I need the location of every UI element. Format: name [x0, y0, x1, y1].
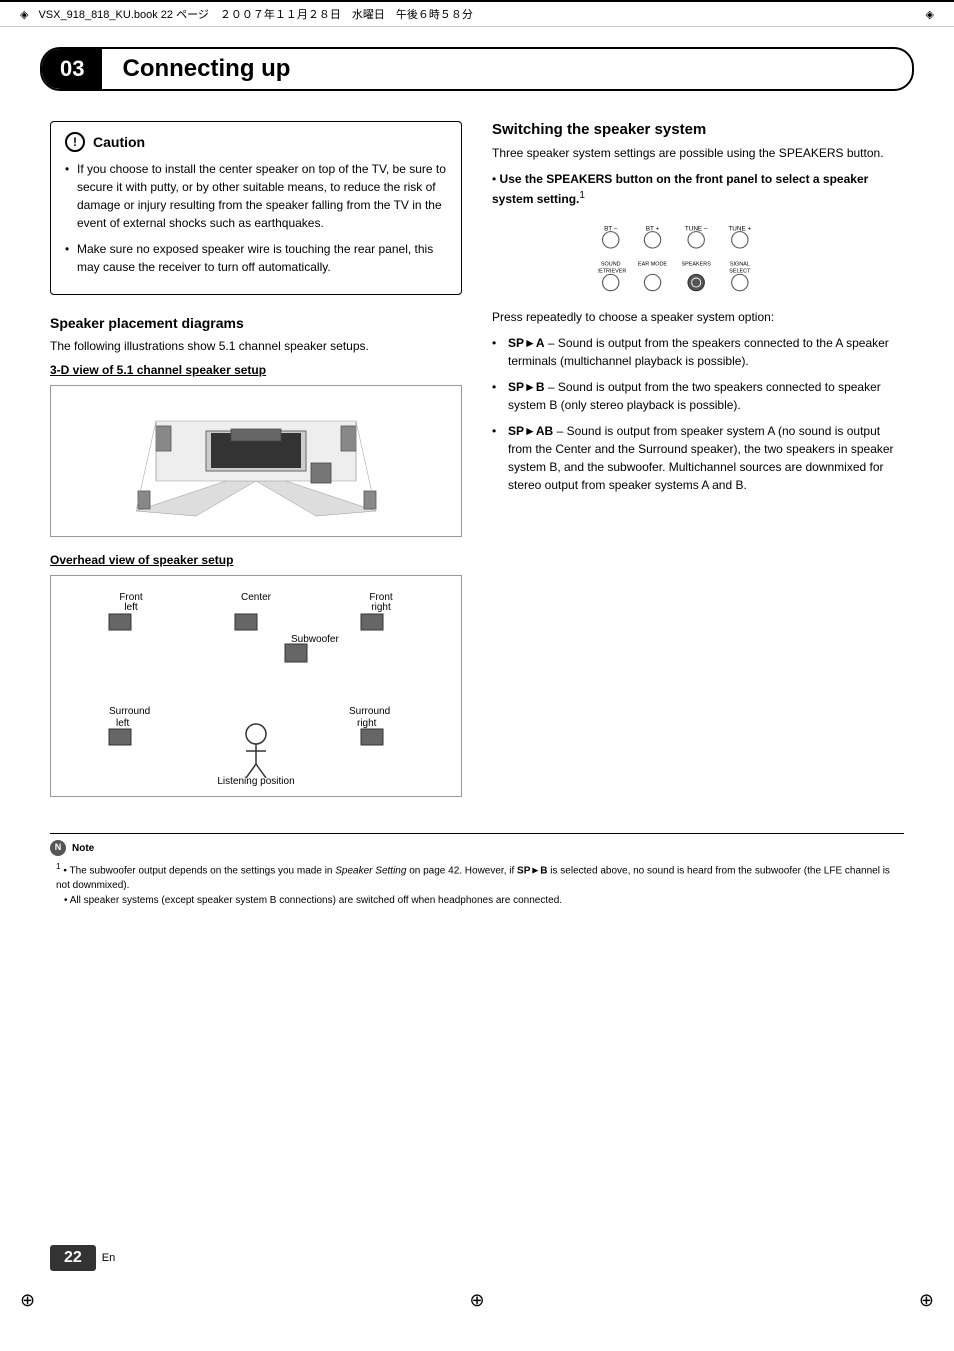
note-section: N Note 1 • The subwoofer output depends … [50, 833, 904, 908]
option-a-label: SP►A [508, 336, 545, 350]
chapter-header: 03 Connecting up [40, 47, 914, 91]
top-bar: ◈ VSX_918_818_KU.book 22 ページ ２００７年１１月２８日… [0, 0, 954, 27]
switching-bullet-strong: Use the SPEAKERS button on the front pan… [492, 172, 868, 206]
caution-body: If you choose to install the center spea… [65, 160, 447, 276]
note-label: Note [72, 841, 94, 856]
speaker-placement-title: Speaker placement diagrams [50, 315, 462, 331]
speaker-option-ab: SP►AB – Sound is output from speaker sys… [492, 422, 904, 494]
note-line-2: • All speaker systems (except speaker sy… [50, 893, 904, 908]
note-icon: N [50, 840, 66, 856]
option-ab-text: – Sound is output from speaker system A … [508, 424, 894, 492]
note-header: N Note [50, 840, 904, 856]
caution-box: ! Caution If you choose to install the c… [50, 121, 462, 295]
bottom-reg-mark-right: ⊕ [919, 1290, 934, 1311]
switching-bullet-header: • Use the SPEAKERS button on the front p… [492, 170, 904, 208]
caution-bullet-2: Make sure no exposed speaker wire is tou… [65, 240, 447, 276]
svg-text:right: right [371, 602, 391, 613]
bottom-marks: ⊕ ⊕ ⊕ [0, 1290, 954, 1311]
chapter-title: Connecting up [102, 55, 290, 83]
svg-text:right: right [357, 718, 377, 729]
svg-text:Listening position: Listening position [217, 776, 294, 786]
caution-header: ! Caution [65, 132, 447, 152]
svg-text:SELECT: SELECT [729, 269, 751, 275]
speaker-3d-diagram [50, 385, 462, 537]
press-text: Press repeatedly to choose a speaker sys… [492, 308, 904, 326]
footnote-ref: 1 [579, 190, 585, 201]
svg-text:SIGNAL: SIGNAL [730, 261, 750, 267]
bottom-center-mark: ⊕ [469, 1290, 484, 1311]
svg-text:Surround: Surround [109, 706, 150, 717]
switching-intro: Three speaker system settings are possib… [492, 144, 904, 162]
3d-view-title: 3-D view of 5.1 channel speaker setup [50, 363, 462, 377]
page-lang: En [102, 1252, 115, 1264]
svg-text:SPEAKERS: SPEAKERS [682, 261, 712, 267]
option-b-text: – Sound is output from the two speakers … [508, 380, 881, 412]
top-bar-arrow: ◈ [20, 8, 28, 21]
caution-icon: ! [65, 132, 85, 152]
note-line-1: 1 • The subwoofer output depends on the … [50, 860, 904, 893]
svg-text:EAR MODE: EAR MODE [638, 261, 667, 267]
option-a-text: – Sound is output from the speakers conn… [508, 336, 889, 368]
button-panel-svg: BT – BT + TUNE – TUNE + SOUND RETRIEVER … [598, 218, 798, 298]
overhead-view-title: Overhead view of speaker setup [50, 553, 462, 567]
overhead-svg: Front left Center Front right Subwoofer … [61, 586, 451, 786]
overhead-diagram: Front left Center Front right Subwoofer … [61, 586, 451, 786]
svg-text:Center: Center [241, 592, 272, 603]
speaker-options-list: SP►A – Sound is output from the speakers… [492, 334, 904, 494]
top-bar-arrow-right: ◈ [926, 8, 934, 21]
speaker-3d-view [61, 396, 451, 526]
switching-title: Switching the speaker system [492, 121, 904, 138]
option-b-label: SP►B [508, 380, 545, 394]
svg-text:Surround: Surround [349, 706, 390, 717]
svg-text:left: left [116, 718, 130, 729]
content-area: ! Caution If you choose to install the c… [0, 111, 954, 823]
overhead-diagram-box: Front left Center Front right Subwoofer … [50, 575, 462, 797]
button-panel: BT – BT + TUNE – TUNE + SOUND RETRIEVER … [492, 218, 904, 298]
bottom-reg-mark-left: ⊕ [20, 1290, 35, 1311]
speaker-option-b: SP►B – Sound is output from the two spea… [492, 378, 904, 414]
svg-text:left: left [124, 602, 138, 613]
left-column: ! Caution If you choose to install the c… [50, 121, 462, 813]
svg-text:RETRIEVER: RETRIEVER [598, 269, 626, 275]
caution-title: Caution [93, 134, 145, 150]
page-footer: 22 En [50, 1245, 115, 1271]
chapter-number: 03 [42, 49, 102, 89]
caution-bullet-1: If you choose to install the center spea… [65, 160, 447, 232]
svg-text:Subwoofer: Subwoofer [291, 634, 339, 645]
option-ab-label: SP►AB [508, 424, 553, 438]
speaker-option-a: SP►A – Sound is output from the speakers… [492, 334, 904, 370]
svg-text:SOUND: SOUND [601, 261, 621, 267]
speaker-placement-intro: The following illustrations show 5.1 cha… [50, 337, 462, 355]
right-column: Switching the speaker system Three speak… [492, 121, 904, 813]
page-number: 22 [50, 1245, 96, 1271]
top-bar-text: VSX_918_818_KU.book 22 ページ ２００７年１１月２８日 水… [38, 6, 472, 22]
speaker-3d-svg [116, 401, 396, 521]
